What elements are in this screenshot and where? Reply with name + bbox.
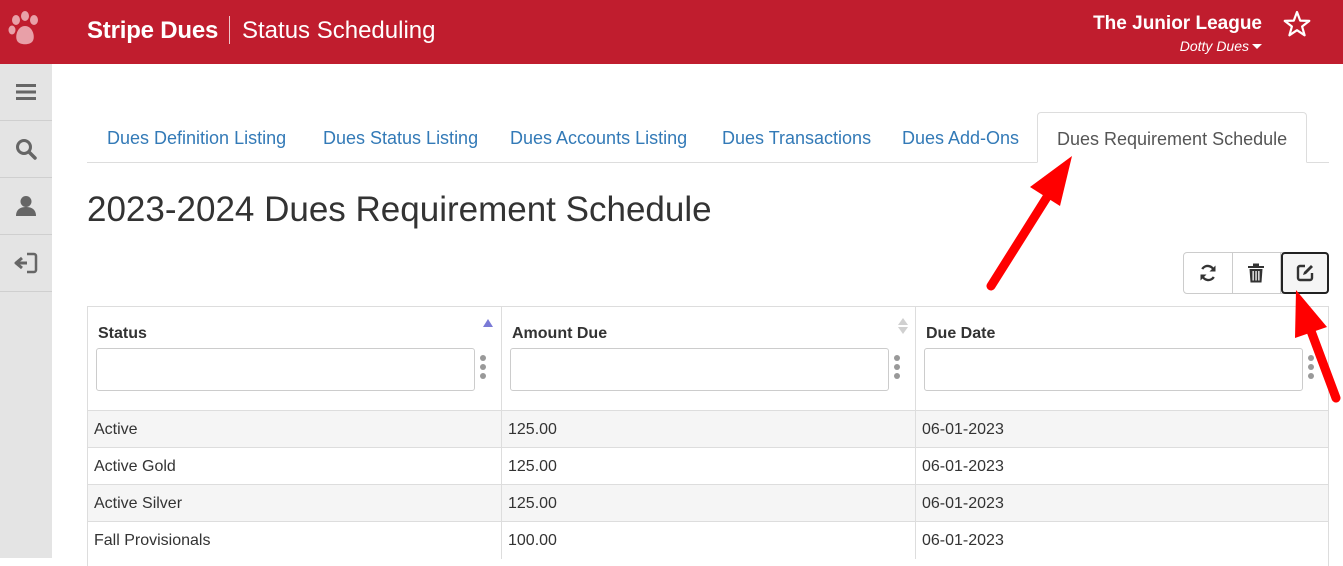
dues-schedule-table: Status Amount Due Due Date Active 125.00… (87, 306, 1329, 566)
tab-dues-transactions[interactable]: Dues Transactions (722, 112, 871, 163)
delete-button[interactable] (1233, 253, 1282, 293)
table-toolbar (1183, 252, 1329, 294)
tab-dues-accounts-listing[interactable]: Dues Accounts Listing (510, 112, 687, 163)
refresh-button[interactable] (1184, 253, 1233, 293)
tab-dues-status-listing[interactable]: Dues Status Listing (323, 112, 478, 163)
refresh-icon (1200, 264, 1216, 282)
trash-icon (1248, 263, 1265, 283)
search-icon (16, 139, 37, 160)
due-date-cell: 06-01-2023 (922, 458, 1004, 475)
column-header-status[interactable]: Status (88, 307, 502, 410)
table-row[interactable]: Fall Provisionals 100.00 06-01-2023 (88, 521, 1328, 559)
due-date-cell: 06-01-2023 (922, 421, 1004, 438)
sidebar (0, 64, 52, 558)
due-date-filter-input[interactable] (924, 348, 1303, 391)
status-cell: Active (88, 411, 502, 448)
user-name[interactable]: Dotty Dues (1180, 38, 1249, 54)
user-menu[interactable]: Dotty Dues (1180, 38, 1262, 54)
edit-button[interactable] (1281, 252, 1329, 294)
tab-dues-add-ons[interactable]: Dues Add-Ons (902, 112, 1019, 163)
column-menu-icon[interactable] (894, 355, 900, 379)
edit-icon (1296, 264, 1314, 282)
organization-name: The Junior League (1093, 13, 1262, 34)
due-date-cell: 06-01-2023 (922, 532, 1004, 549)
table-row[interactable]: Active Silver 125.00 06-01-2023 (88, 484, 1328, 522)
column-label-status[interactable]: Status (98, 325, 147, 343)
tab-dues-requirement-schedule[interactable]: Dues Requirement Schedule (1037, 112, 1308, 163)
paw-logo-icon[interactable] (8, 10, 44, 50)
amount-due-cell: 125.00 (502, 411, 916, 448)
column-header-due-date[interactable]: Due Date (916, 307, 1329, 410)
star-icon[interactable] (1283, 10, 1311, 38)
tab-dues-definition-listing[interactable]: Dues Definition Listing (107, 112, 286, 163)
arrow-to-tab (986, 156, 1072, 291)
caret-down-icon[interactable] (1252, 44, 1262, 49)
user-icon (16, 196, 36, 216)
top-bar: Stripe Dues Status Scheduling The Junior… (0, 0, 1343, 64)
status-cell: Fall Provisionals (88, 522, 502, 559)
column-menu-icon[interactable] (1308, 355, 1314, 379)
amount-due-cell: 125.00 (502, 485, 916, 522)
amount-due-filter-input[interactable] (510, 348, 889, 391)
page-title: 2023-2024 Dues Requirement Schedule (87, 190, 712, 229)
sort-unsorted-icon[interactable] (898, 318, 908, 338)
status-filter-input[interactable] (96, 348, 475, 391)
status-cell: Active Gold (88, 448, 502, 485)
column-menu-icon[interactable] (480, 355, 486, 379)
sign-out-icon (14, 252, 38, 274)
brand-name[interactable]: Stripe Dues (87, 17, 218, 45)
amount-due-cell: 100.00 (502, 522, 916, 559)
due-date-cell: 06-01-2023 (922, 495, 1004, 512)
column-header-amount-due[interactable]: Amount Due (502, 307, 916, 410)
status-cell: Active Silver (88, 485, 502, 522)
sidebar-item-profile[interactable] (0, 178, 52, 235)
section-title: Status Scheduling (242, 17, 436, 44)
amount-due-cell: 125.00 (502, 448, 916, 485)
sidebar-item-search[interactable] (0, 121, 52, 178)
sidebar-item-menu[interactable] (0, 64, 52, 121)
table-row[interactable]: Active 125.00 06-01-2023 (88, 410, 1328, 448)
table-row[interactable]: Active Gold 125.00 06-01-2023 (88, 447, 1328, 485)
column-label-amount-due[interactable]: Amount Due (512, 325, 607, 343)
sidebar-item-sign-out[interactable] (0, 235, 52, 292)
brand-divider (229, 16, 230, 44)
menu-icon (16, 84, 36, 100)
column-label-due-date[interactable]: Due Date (926, 325, 995, 343)
tab-bar: Dues Definition Listing Dues Status List… (87, 112, 1329, 163)
sort-ascending-icon[interactable] (483, 319, 493, 327)
